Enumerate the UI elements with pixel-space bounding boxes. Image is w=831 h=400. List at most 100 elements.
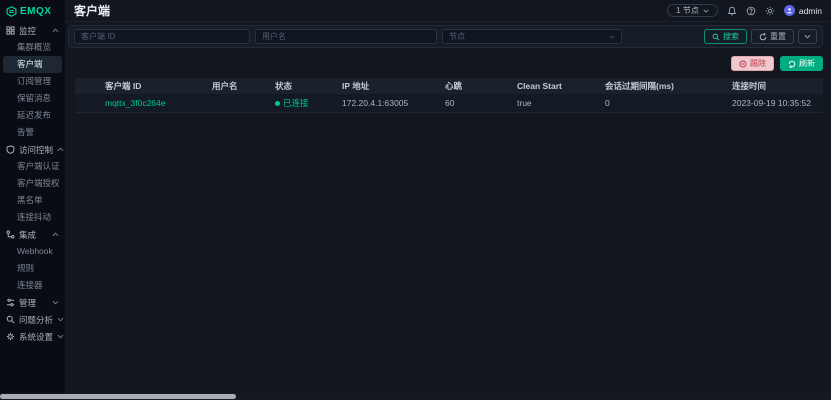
sidebar-item-subscriptions[interactable]: 订阅管理	[0, 73, 65, 90]
sidebar-item-authentication[interactable]: 客户端认证	[0, 158, 65, 175]
column-header-clean-start: Clean Start	[513, 81, 601, 91]
sidebar-item-flapping-detect[interactable]: 连接抖动	[0, 209, 65, 226]
page-title: 客户端	[74, 2, 110, 19]
clean-start-cell: true	[513, 98, 601, 108]
horizontal-scrollbar[interactable]	[0, 393, 831, 400]
nodes-dropdown[interactable]: 1 节点	[667, 4, 718, 17]
sidebar-item-clients[interactable]: 客户端	[3, 56, 62, 73]
chevron-up-icon	[57, 147, 64, 152]
expand-filters-button[interactable]	[798, 29, 817, 44]
sidebar-group-monitoring[interactable]: 监控	[0, 22, 65, 39]
chevron-up-icon	[52, 232, 59, 237]
status-label: 已连接	[283, 97, 309, 109]
chevron-down-icon	[703, 9, 709, 13]
username-filter-input[interactable]	[255, 29, 437, 44]
session-expiry-cell: 0	[601, 98, 728, 108]
refresh-button[interactable]: 刷新	[780, 56, 823, 71]
search-button[interactable]: 搜索	[704, 29, 747, 44]
sidebar-group-label: 管理	[19, 297, 36, 309]
kick-out-button-label: 踢除	[750, 58, 766, 69]
sidebar-group-label: 监控	[19, 25, 36, 37]
table-row: mqttx_3f0c264e 已连接 172.20.4.1:63005 60 t…	[75, 94, 823, 113]
status-badge: 已连接	[275, 97, 334, 109]
topbar: 客户端 1 节点	[65, 0, 831, 22]
help-icon[interactable]	[746, 6, 756, 16]
column-header-client-id: 客户端 ID	[101, 80, 208, 92]
sidebar: EMQX 监控 集群概览 客户端 订阅管理 保留消息 延迟发布 告警	[0, 0, 65, 400]
sidebar-item-webhook[interactable]: Webhook	[0, 243, 65, 260]
column-header-status: 状态	[271, 80, 338, 92]
chevron-down-icon	[804, 34, 811, 39]
sidebar-item-alarms[interactable]: 告警	[0, 124, 65, 141]
chevron-up-icon	[52, 28, 59, 33]
search-icon	[712, 33, 720, 41]
filter-buttons: 搜索 重置	[704, 29, 817, 44]
ip-cell: 172.20.4.1:63005	[338, 98, 441, 108]
sidebar-item-retained-messages[interactable]: 保留消息	[0, 90, 65, 107]
filter-bar: 节点 搜索	[68, 25, 823, 48]
emqx-dashboard: EMQX 监控 集群概览 客户端 订阅管理 保留消息 延迟发布 告警	[0, 0, 831, 400]
clients-table: 客户端 ID 用户名 状态 IP 地址 心跳 Clean Start 会话过期间…	[75, 78, 823, 113]
sidebar-item-cluster-overview[interactable]: 集群概览	[0, 39, 65, 56]
refresh-icon	[788, 60, 796, 68]
node-filter-placeholder: 节点	[449, 31, 465, 42]
sidebar-group-label: 问题分析	[19, 314, 53, 326]
keepalive-cell: 60	[441, 98, 513, 108]
table-actions: 踢除 刷新	[75, 56, 823, 71]
sidebar-group-integration[interactable]: 集成	[0, 226, 65, 243]
column-header-connected-at: 连接时间	[728, 80, 823, 92]
shield-icon	[6, 145, 15, 154]
column-header-keepalive: 心跳	[441, 80, 513, 92]
minus-circle-icon	[739, 60, 747, 68]
chevron-down-icon	[57, 317, 64, 322]
sidebar-item-banned-clients[interactable]: 黑名单	[0, 192, 65, 209]
column-header-session-expiry: 会话过期间隔(ms)	[601, 80, 728, 92]
column-header-username: 用户名	[208, 80, 271, 92]
sliders-icon	[6, 298, 15, 307]
search-button-label: 搜索	[723, 31, 739, 42]
kick-out-button[interactable]: 踢除	[731, 56, 774, 71]
sidebar-nav: 监控 集群概览 客户端 订阅管理 保留消息 延迟发布 告警 访问控制 客户	[0, 22, 65, 400]
node-filter-select[interactable]: 节点	[442, 29, 622, 44]
content: 节点 搜索	[65, 22, 831, 400]
user-menu[interactable]: admin	[784, 5, 822, 16]
sidebar-group-system-settings[interactable]: 系统设置	[0, 328, 65, 345]
settings-gear-icon[interactable]	[765, 6, 775, 16]
sidebar-item-delayed-publish[interactable]: 延迟发布	[0, 107, 65, 124]
sidebar-group-label: 系统设置	[19, 331, 53, 343]
client-id-link[interactable]: mqttx_3f0c264e	[105, 98, 165, 108]
client-id-filter-input[interactable]	[74, 29, 250, 44]
main-area: 客户端 1 节点	[65, 0, 831, 400]
horizontal-scrollbar-thumb[interactable]	[0, 394, 236, 399]
topbar-right: 1 节点	[667, 4, 822, 17]
connected-at-cell: 2023-09-19 10:35:52	[728, 98, 823, 108]
alarm-bell-icon[interactable]	[727, 6, 737, 16]
reset-button[interactable]: 重置	[751, 29, 794, 44]
refresh-button-label: 刷新	[799, 58, 815, 69]
column-header-ip: IP 地址	[338, 80, 441, 92]
logo-text: EMQX	[20, 6, 51, 17]
sidebar-group-management[interactable]: 管理	[0, 294, 65, 311]
chevron-down-icon	[609, 35, 615, 39]
logo[interactable]: EMQX	[0, 0, 65, 22]
nodes-dropdown-label: 1 节点	[676, 5, 699, 16]
integration-icon	[6, 230, 15, 239]
magnifier-icon	[6, 315, 15, 324]
sidebar-group-access-control[interactable]: 访问控制	[0, 141, 65, 158]
connected-dot-icon	[275, 101, 280, 106]
table-header-row: 客户端 ID 用户名 状态 IP 地址 心跳 Clean Start 会话过期间…	[75, 78, 823, 94]
chevron-down-icon	[57, 334, 64, 339]
emqx-logo-icon	[6, 6, 17, 17]
user-name: admin	[799, 6, 822, 16]
sidebar-item-rules[interactable]: 规则	[0, 260, 65, 277]
chevron-down-icon	[52, 300, 59, 305]
gear-icon	[6, 332, 15, 341]
sidebar-item-connectors[interactable]: 连接器	[0, 277, 65, 294]
sidebar-item-authorization[interactable]: 客户端授权	[0, 175, 65, 192]
reset-icon	[759, 33, 767, 41]
monitor-icon	[6, 26, 15, 35]
sidebar-group-label: 集成	[19, 229, 36, 241]
sidebar-group-diagnose[interactable]: 问题分析	[0, 311, 65, 328]
sidebar-group-label: 访问控制	[19, 144, 53, 156]
reset-button-label: 重置	[770, 31, 786, 42]
